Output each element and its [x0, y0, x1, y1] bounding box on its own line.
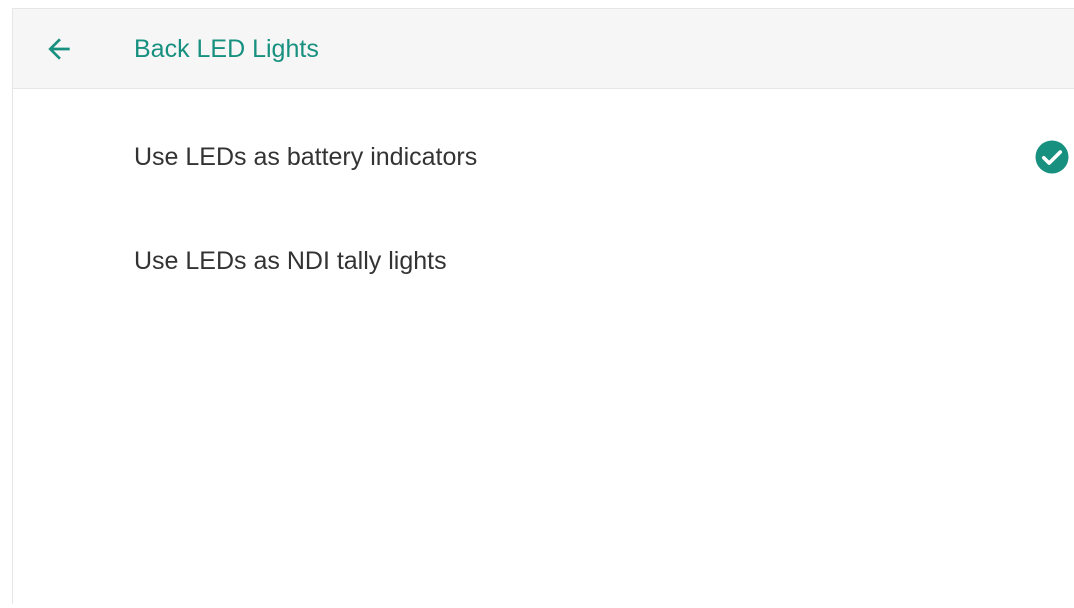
check-circle-icon [1035, 140, 1069, 174]
option-label: Use LEDs as NDI tally lights [134, 247, 447, 275]
back-button[interactable] [39, 29, 79, 69]
app-bar: Back LED Lights [13, 9, 1074, 89]
option-battery-indicators[interactable]: Use LEDs as battery indicators [13, 109, 1074, 205]
option-ndi-tally-lights[interactable]: Use LEDs as NDI tally lights [13, 213, 1074, 309]
settings-panel: Back LED Lights Use LEDs as battery indi… [12, 8, 1074, 604]
arrow-left-icon [48, 38, 70, 60]
page-title: Back LED Lights [134, 35, 319, 63]
option-label: Use LEDs as battery indicators [134, 143, 478, 171]
